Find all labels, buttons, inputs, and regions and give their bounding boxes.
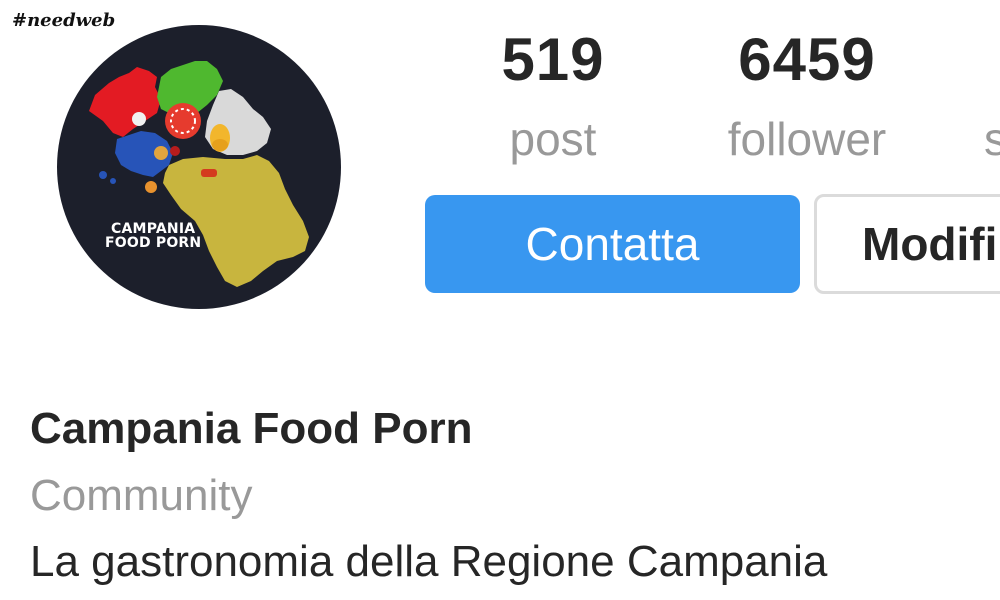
- stat-posts[interactable]: 519 post: [478, 26, 628, 165]
- campania-map-logo: [89, 61, 309, 287]
- following-label: s: [984, 113, 1000, 165]
- profile-category: Community: [30, 471, 253, 520]
- contact-button[interactable]: Contatta: [425, 195, 800, 293]
- avatar-logo-line1: CAMPANIA: [111, 221, 196, 237]
- edit-profile-button[interactable]: Modifi: [814, 194, 1000, 294]
- stat-following[interactable]: s: [984, 30, 1000, 162]
- followers-label: follower: [727, 113, 887, 165]
- avatar-logo-text: CAMPANIA FOOD PORN: [105, 222, 201, 250]
- posts-label: post: [509, 113, 597, 165]
- avatar-logo-line2: FOOD PORN: [105, 235, 202, 251]
- followers-count: 6459: [738, 26, 876, 93]
- avatar[interactable]: CAMPANIA FOOD PORN: [57, 25, 341, 309]
- profile-bio: La gastronomia della Regione Campania: [30, 537, 828, 586]
- watermark: #needweb: [12, 10, 116, 31]
- profile-header: #needweb CAMPANIA FOOD PORN 519 post 645…: [0, 0, 1000, 600]
- following-count: [984, 30, 1000, 90]
- profile-name: Campania Food Porn: [30, 404, 473, 453]
- stat-followers[interactable]: 6459 follower: [707, 26, 907, 165]
- posts-count: 519: [501, 26, 605, 93]
